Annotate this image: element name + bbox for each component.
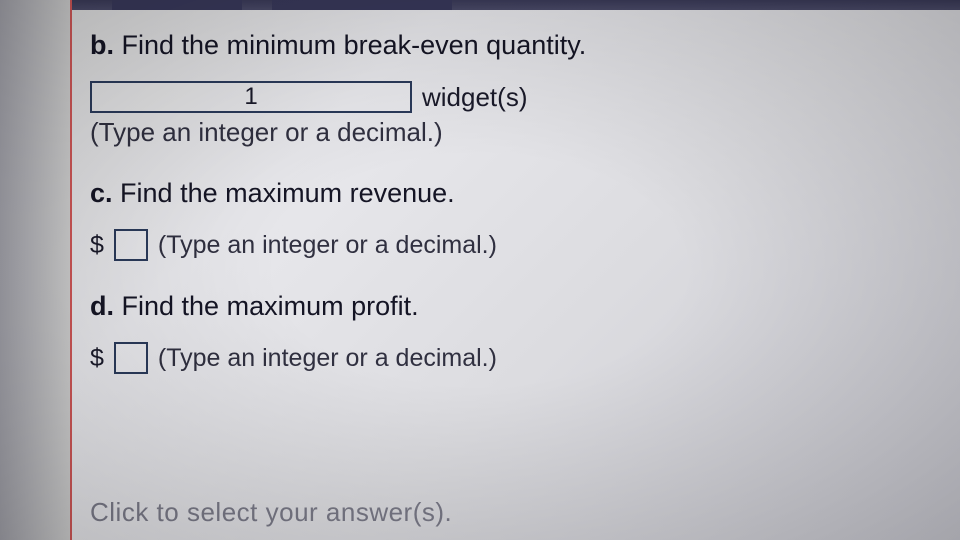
question-b: b. Find the minimum break-even quantity.… [90,28,930,148]
answer-input-c[interactable] [114,229,148,261]
top-toolbar-fragment [72,0,960,10]
select-answer-instruction[interactable]: Click to select your answer(s). [90,497,452,528]
answer-input-b[interactable] [90,81,412,113]
question-prompt-c: Find the maximum revenue. [120,178,455,208]
currency-symbol-c: $ [90,231,104,260]
question-prompt-b: Find the minimum break-even quantity. [122,30,587,60]
question-letter-b: b. [90,30,114,60]
margin-rule [70,0,72,540]
currency-symbol-d: $ [90,344,104,373]
question-c: c. Find the maximum revenue. $ (Type an … [90,176,930,261]
question-letter-d: d. [90,291,114,321]
question-content: b. Find the minimum break-even quantity.… [90,28,930,402]
answer-input-d[interactable] [114,342,148,374]
answer-hint-c: (Type an integer or a decimal.) [158,231,497,260]
question-d: d. Find the maximum profit. $ (Type an i… [90,289,930,374]
question-letter-c: c. [90,178,113,208]
left-margin [0,0,70,540]
answer-unit-b: widget(s) [422,82,527,113]
answer-hint-b: (Type an integer or a decimal.) [90,117,930,148]
answer-hint-d: (Type an integer or a decimal.) [158,344,497,373]
question-prompt-d: Find the maximum profit. [122,291,419,321]
